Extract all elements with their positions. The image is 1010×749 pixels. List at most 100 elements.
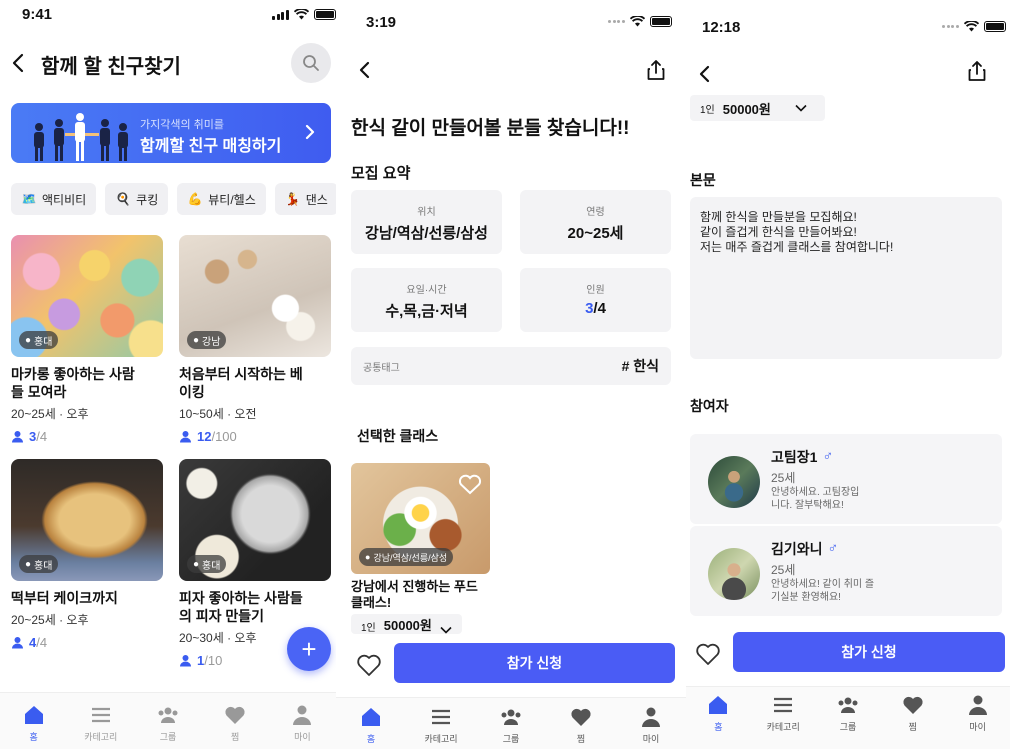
back-icon[interactable] [354,59,376,81]
add-group-button[interactable]: + [287,627,331,671]
signal-icon [942,25,959,28]
chip-activity[interactable]: 🗺️ 액티비티 [11,183,97,215]
location-badge: ● 홍대 [19,555,59,573]
chip-label: 댄스 [305,192,328,207]
tab-group[interactable]: 그룹 [481,705,541,749]
info-time: 요일·시간 수,목,금·저녁 [351,268,502,332]
group-card[interactable]: ● 홍대 마카롱 좋아하는 사람 들 모여라 20~25세 · 오후 3/4 [11,235,163,444]
search-button[interactable] [291,43,331,83]
card-title: 피자 좋아하는 사람들의 피자 만들기 [179,589,331,625]
group-icon [158,707,178,723]
tab-my[interactable]: 마이 [948,693,1008,749]
info-value: 강남/역삼/선릉/삼성 [365,225,488,242]
location-badge: ● 홍대 [19,331,59,349]
status-bar: 9:41 [0,0,336,30]
info-label: 위치 [417,207,436,218]
apply-button[interactable]: 참가 신청 [733,632,1005,672]
person-icon [293,705,312,725]
screen-post-detail-scrolled: 12:18 1인 50000원 본문 함께 한식을 만들분을 모집해요! 같이 … [686,0,1010,749]
tab-label: 카테고리 [424,734,458,744]
class-title-line: 클래스! [351,595,392,610]
count-current: 12 [197,429,212,444]
male-icon: ♂ [822,447,833,463]
cooking-icon: 🍳 [115,192,131,206]
menu-icon [432,709,450,725]
location-label: 홍대 [34,560,53,572]
tab-likes[interactable]: 찜 [883,693,943,749]
info-label: 요일·시간 [406,285,447,296]
tab-label: 카테고리 [766,722,800,732]
bibimbap-image: ● 강남/역삼/선릉/삼성 [351,463,490,574]
tab-category[interactable]: 카테고리 [71,703,131,749]
status-icons [608,16,672,27]
screen-find-friends: 9:41 함께 할 친구찾기 가지각색의 취미를 함께할 친구 매칭하기 🗺️ … [0,0,336,749]
tab-group[interactable]: 그룹 [818,693,878,749]
signal-icon [272,9,289,20]
share-icon[interactable] [966,60,988,82]
cake-image: ● 홍대 [11,459,163,581]
macaron-image: ● 홍대 [11,235,163,357]
battery-icon [649,16,672,27]
card-title: 처음부터 시작하는 베 이킹 [179,365,331,401]
tag-label: 공통태그 [363,363,400,374]
chip-beauty-health[interactable]: 💪 뷰티/헬스 [177,183,266,215]
share-icon[interactable] [645,59,667,81]
tab-likes[interactable]: 찜 [205,703,265,749]
tab-label: 마이 [969,722,986,732]
card-title-line: 의 피자 만들기 [179,608,265,624]
class-card[interactable]: ● 강남/역삼/선릉/삼성 강남에서 진행하는 푸드 클래스! [351,463,491,611]
card-title-line: 처음부터 시작하는 베 [179,366,303,382]
tab-category[interactable]: 카테고리 [753,693,813,749]
person-icon [642,707,660,727]
info-label: 연령 [586,207,605,218]
count-max: /100 [211,429,237,444]
class-price[interactable]: 1인 50000원 [351,614,462,634]
heart-outline-icon[interactable] [356,652,382,678]
dance-icon: 💃 [285,192,301,206]
chip-cooking[interactable]: 🍳 쿠킹 [105,183,169,215]
menu-icon [91,707,110,723]
tab-home[interactable]: 홈 [341,705,401,749]
baking-image: ● 강남 [179,235,331,357]
tab-likes[interactable]: 찜 [551,705,611,749]
tab-category[interactable]: 카테고리 [411,705,471,749]
matching-banner[interactable]: 가지각색의 취미를 함께할 친구 매칭하기 [11,103,331,163]
tab-home[interactable]: 홈 [688,693,748,749]
avatar [708,548,760,600]
back-icon[interactable] [8,52,30,74]
screen-post-detail: 3:19 한식 같이 만들어볼 분들 찾습니다!! 모집 요약 위치 강남/역삼… [336,0,686,749]
tab-my[interactable]: 마이 [272,703,332,749]
chip-dance[interactable]: 💃 댄스 [274,183,336,215]
tab-my[interactable]: 마이 [621,705,681,749]
apply-button[interactable]: 참가 신청 [394,643,675,683]
tab-group[interactable]: 그룹 [138,703,198,749]
member-card[interactable]: 김기와니 ♂ 25세 안녕하세요! 같이 취미 즐 기실분 환영해요! [690,526,1002,616]
wifi-icon [629,16,645,27]
chevron-down-icon [440,626,452,634]
heart-outline-icon[interactable] [695,641,721,667]
pin-icon: ● [193,334,200,346]
class-price[interactable]: 1인 50000원 [690,95,825,121]
summary-heading: 모집 요약 [351,165,411,182]
member-card[interactable]: 고팀장1 ♂ 25세 안녕하세요. 고팀장입 니다. 잘부탁해요! [690,434,1002,524]
pin-icon: ● [25,334,32,346]
wifi-icon [293,9,309,20]
tag-value[interactable]: # 한식 [622,356,659,376]
member-count: 4/4 [11,635,163,650]
tab-home[interactable]: 홈 [4,703,64,749]
heart-outline-icon[interactable] [458,473,482,495]
location-badge: ● 홍대 [187,555,227,573]
pin-icon: ● [25,558,32,570]
male-icon: ♂ [827,539,839,555]
back-icon[interactable] [694,63,716,85]
group-icon [501,709,521,725]
member-name: 고팀장1 ♂ [771,447,833,467]
location-label: 홍대 [202,560,221,572]
person-icon [12,637,23,649]
tab-bar: 홈 카테고리 그룹 찜 마이 [336,697,686,749]
group-card[interactable]: ● 강남 처음부터 시작하는 베 이킹 10~50세 · 오전 12/100 [179,235,331,444]
card-title-line: 피자 좋아하는 사람들 [179,590,303,606]
tab-label: 홈 [366,734,376,744]
group-card[interactable]: ● 홍대 떡부터 케이크까지 20~25세 · 오후 4/4 [11,459,163,650]
avatar [708,456,760,508]
